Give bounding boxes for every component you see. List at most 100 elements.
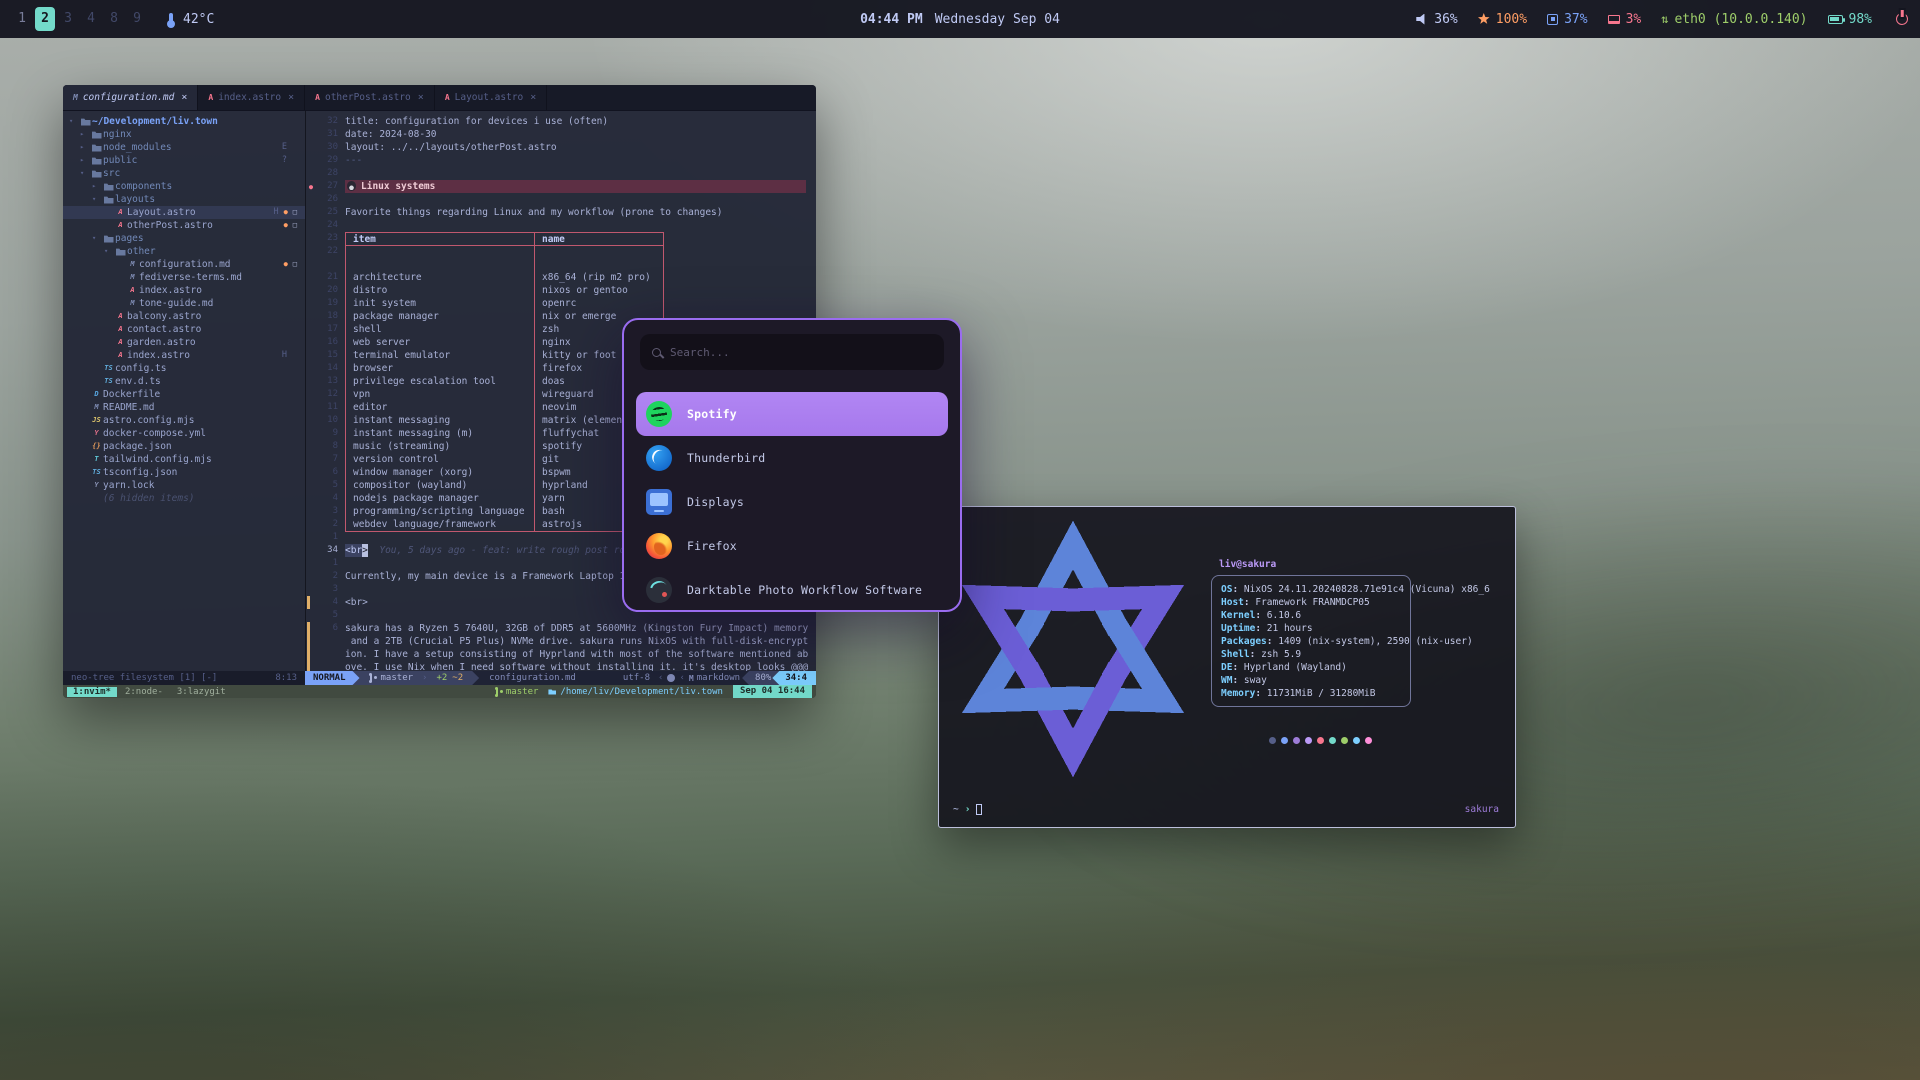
- line-text: ion. I have a setup consisting of Hyprla…: [345, 648, 808, 661]
- workspace-button[interactable]: 1: [12, 7, 32, 31]
- editor-line[interactable]: 24: [306, 219, 816, 232]
- power-icon[interactable]: [1896, 13, 1908, 25]
- chevron-icon: ▾: [69, 115, 79, 128]
- launcher-item[interactable]: Displays: [624, 480, 960, 524]
- tree-item[interactable]: A index.astro H: [63, 349, 305, 362]
- tmux-window[interactable]: 1:nvim*: [67, 687, 117, 697]
- workspace-button[interactable]: 9: [127, 7, 147, 31]
- tree-item[interactable]: Y docker-compose.yml: [63, 427, 305, 440]
- editor-line[interactable]: 20 distro nixos or gentoo: [306, 284, 816, 297]
- editor-line[interactable]: ● 27 Linux systems: [306, 180, 816, 193]
- launcher-item[interactable]: Thunderbird: [624, 436, 960, 480]
- temperature-module[interactable]: 42°C: [169, 12, 214, 27]
- launcher-search[interactable]: [640, 334, 944, 370]
- tree-item[interactable]: T tailwind.config.mjs: [63, 453, 305, 466]
- launcher-item[interactable]: Spotify: [636, 392, 948, 436]
- sign-column: [306, 648, 316, 661]
- editor-line[interactable]: 30 layout: ../../layouts/otherPost.astro: [306, 141, 816, 154]
- fetch-info-line: Packages1409 (nix-system), 2590 (nix-use…: [1221, 635, 1401, 648]
- launcher-results: Spotify Thunderbird Displays Firefox: [624, 392, 960, 612]
- tree-item[interactable]: ▸ nginx: [63, 128, 305, 141]
- volume-icon: [1416, 14, 1428, 25]
- editor-tab[interactable]: A otherPost.astro ×: [305, 85, 435, 110]
- line-number: [316, 661, 338, 671]
- editor-line[interactable]: 25 Favorite things regarding Linux and m…: [306, 206, 816, 219]
- tree-item[interactable]: (6 hidden items): [63, 492, 305, 505]
- tree-item[interactable]: ▸ public ?: [63, 154, 305, 167]
- bar-module[interactable]: 100%: [1478, 12, 1527, 27]
- editor-line[interactable]: ion. I have a setup consisting of Hyprla…: [306, 648, 816, 661]
- tree-item[interactable]: M fediverse-terms.md: [63, 271, 305, 284]
- tree-item[interactable]: {} package.json: [63, 440, 305, 453]
- editor-line[interactable]: 19 init system openrc: [306, 297, 816, 310]
- tree-item[interactable]: D Dockerfile: [63, 388, 305, 401]
- tmux-window[interactable]: 3:lazygit: [171, 687, 232, 697]
- tree-item[interactable]: A otherPost.astro ● □: [63, 219, 305, 232]
- tree-item-label: contact.astro: [127, 323, 201, 336]
- bar-module[interactable]: 36%: [1416, 12, 1457, 27]
- close-tab-icon[interactable]: ×: [418, 92, 424, 103]
- tree-item[interactable]: TS tsconfig.json: [63, 466, 305, 479]
- tree-item[interactable]: M tone-guide.md: [63, 297, 305, 310]
- tree-item[interactable]: A contact.astro: [63, 323, 305, 336]
- close-tab-icon[interactable]: ×: [288, 92, 294, 103]
- tree-item[interactable]: ▾ other: [63, 245, 305, 258]
- tree-item[interactable]: M README.md: [63, 401, 305, 414]
- editor-line[interactable]: 31 date: 2024-08-30: [306, 128, 816, 141]
- tmux-window[interactable]: 2:node-: [119, 687, 169, 697]
- tree-item[interactable]: TS config.ts: [63, 362, 305, 375]
- workspace-button[interactable]: 4: [81, 7, 101, 31]
- editor-line[interactable]: and a 2TB (Crucial P5 Plus) NVMe drive. …: [306, 635, 816, 648]
- launcher-item[interactable]: Firefox: [624, 524, 960, 568]
- editor-line[interactable]: 22: [306, 245, 816, 271]
- tmux-path: /home/liv/Development/liv.town: [548, 687, 723, 697]
- tree-item[interactable]: M configuration.md ● □: [63, 258, 305, 271]
- workspace-button[interactable]: 3: [58, 7, 78, 31]
- tree-item[interactable]: ▸ node_modules E: [63, 141, 305, 154]
- editor-line[interactable]: ove. I use Nix when I need software with…: [306, 661, 816, 671]
- editor-tab[interactable]: A Layout.astro ×: [435, 85, 548, 110]
- tree-item-label: README.md: [103, 401, 154, 414]
- search-input[interactable]: [670, 346, 932, 359]
- astro-icon: A: [114, 349, 127, 362]
- table-cell-item: browser: [345, 362, 534, 375]
- tab-label: index.astro: [218, 92, 281, 103]
- editor-line[interactable]: 26: [306, 193, 816, 206]
- editor-tab[interactable]: M configuration.md ×: [63, 85, 198, 110]
- tree-item[interactable]: A Layout.astro H ● □: [63, 206, 305, 219]
- editor-line[interactable]: 23 item name: [306, 232, 816, 245]
- top-bar: 1 2 3 4 8 9 42°C 04:44 PM Wednesday Sep …: [0, 0, 1920, 38]
- tree-item[interactable]: JS astro.config.mjs: [63, 414, 305, 427]
- workspace-button[interactable]: 8: [104, 7, 124, 31]
- close-tab-icon[interactable]: ×: [181, 92, 187, 103]
- mode-indicator: NORMAL: [305, 671, 360, 685]
- tree-item-label: public: [103, 154, 137, 167]
- close-tab-icon[interactable]: ×: [530, 92, 536, 103]
- tree-item[interactable]: ▾ layouts: [63, 193, 305, 206]
- tree-item[interactable]: ▾ ~/Development/liv.town: [63, 115, 305, 128]
- editor-line[interactable]: 21 architecture x86_64 (rip m2 pro): [306, 271, 816, 284]
- tree-item[interactable]: A balcony.astro: [63, 310, 305, 323]
- bar-module[interactable]: 98%: [1828, 12, 1872, 27]
- line-text: <br>: [345, 596, 368, 609]
- workspace-button[interactable]: 2: [35, 7, 55, 31]
- tree-item[interactable]: A index.astro: [63, 284, 305, 297]
- shell-prompt[interactable]: ~ ›: [953, 804, 982, 815]
- tree-item[interactable]: Y yarn.lock: [63, 479, 305, 492]
- tree-item-label: layouts: [115, 193, 155, 206]
- editor-line[interactable]: 6 sakura has a Ryzen 5 7640U, 32GB of DD…: [306, 622, 816, 635]
- tree-item[interactable]: ▾ pages: [63, 232, 305, 245]
- launcher-item[interactable]: Darktable Photo Workflow Software: [624, 568, 960, 612]
- bar-module[interactable]: eth0 (10.0.0.140): [1661, 12, 1807, 27]
- editor-line[interactable]: 32 title: configuration for devices i us…: [306, 115, 816, 128]
- tree-item[interactable]: ▸ components: [63, 180, 305, 193]
- tree-item[interactable]: A garden.astro: [63, 336, 305, 349]
- tree-item[interactable]: TS env.d.ts: [63, 375, 305, 388]
- editor-line[interactable]: 29 ---: [306, 154, 816, 167]
- bar-module[interactable]: 37%: [1547, 12, 1587, 27]
- tree-item[interactable]: ▾ src: [63, 167, 305, 180]
- editor-tab[interactable]: A index.astro ×: [198, 85, 305, 110]
- fetch-info-box: OSNixOS 24.11.20240828.71e91c4 (Vicuna) …: [1211, 575, 1411, 707]
- editor-line[interactable]: 28: [306, 167, 816, 180]
- bar-module[interactable]: 3%: [1608, 12, 1642, 27]
